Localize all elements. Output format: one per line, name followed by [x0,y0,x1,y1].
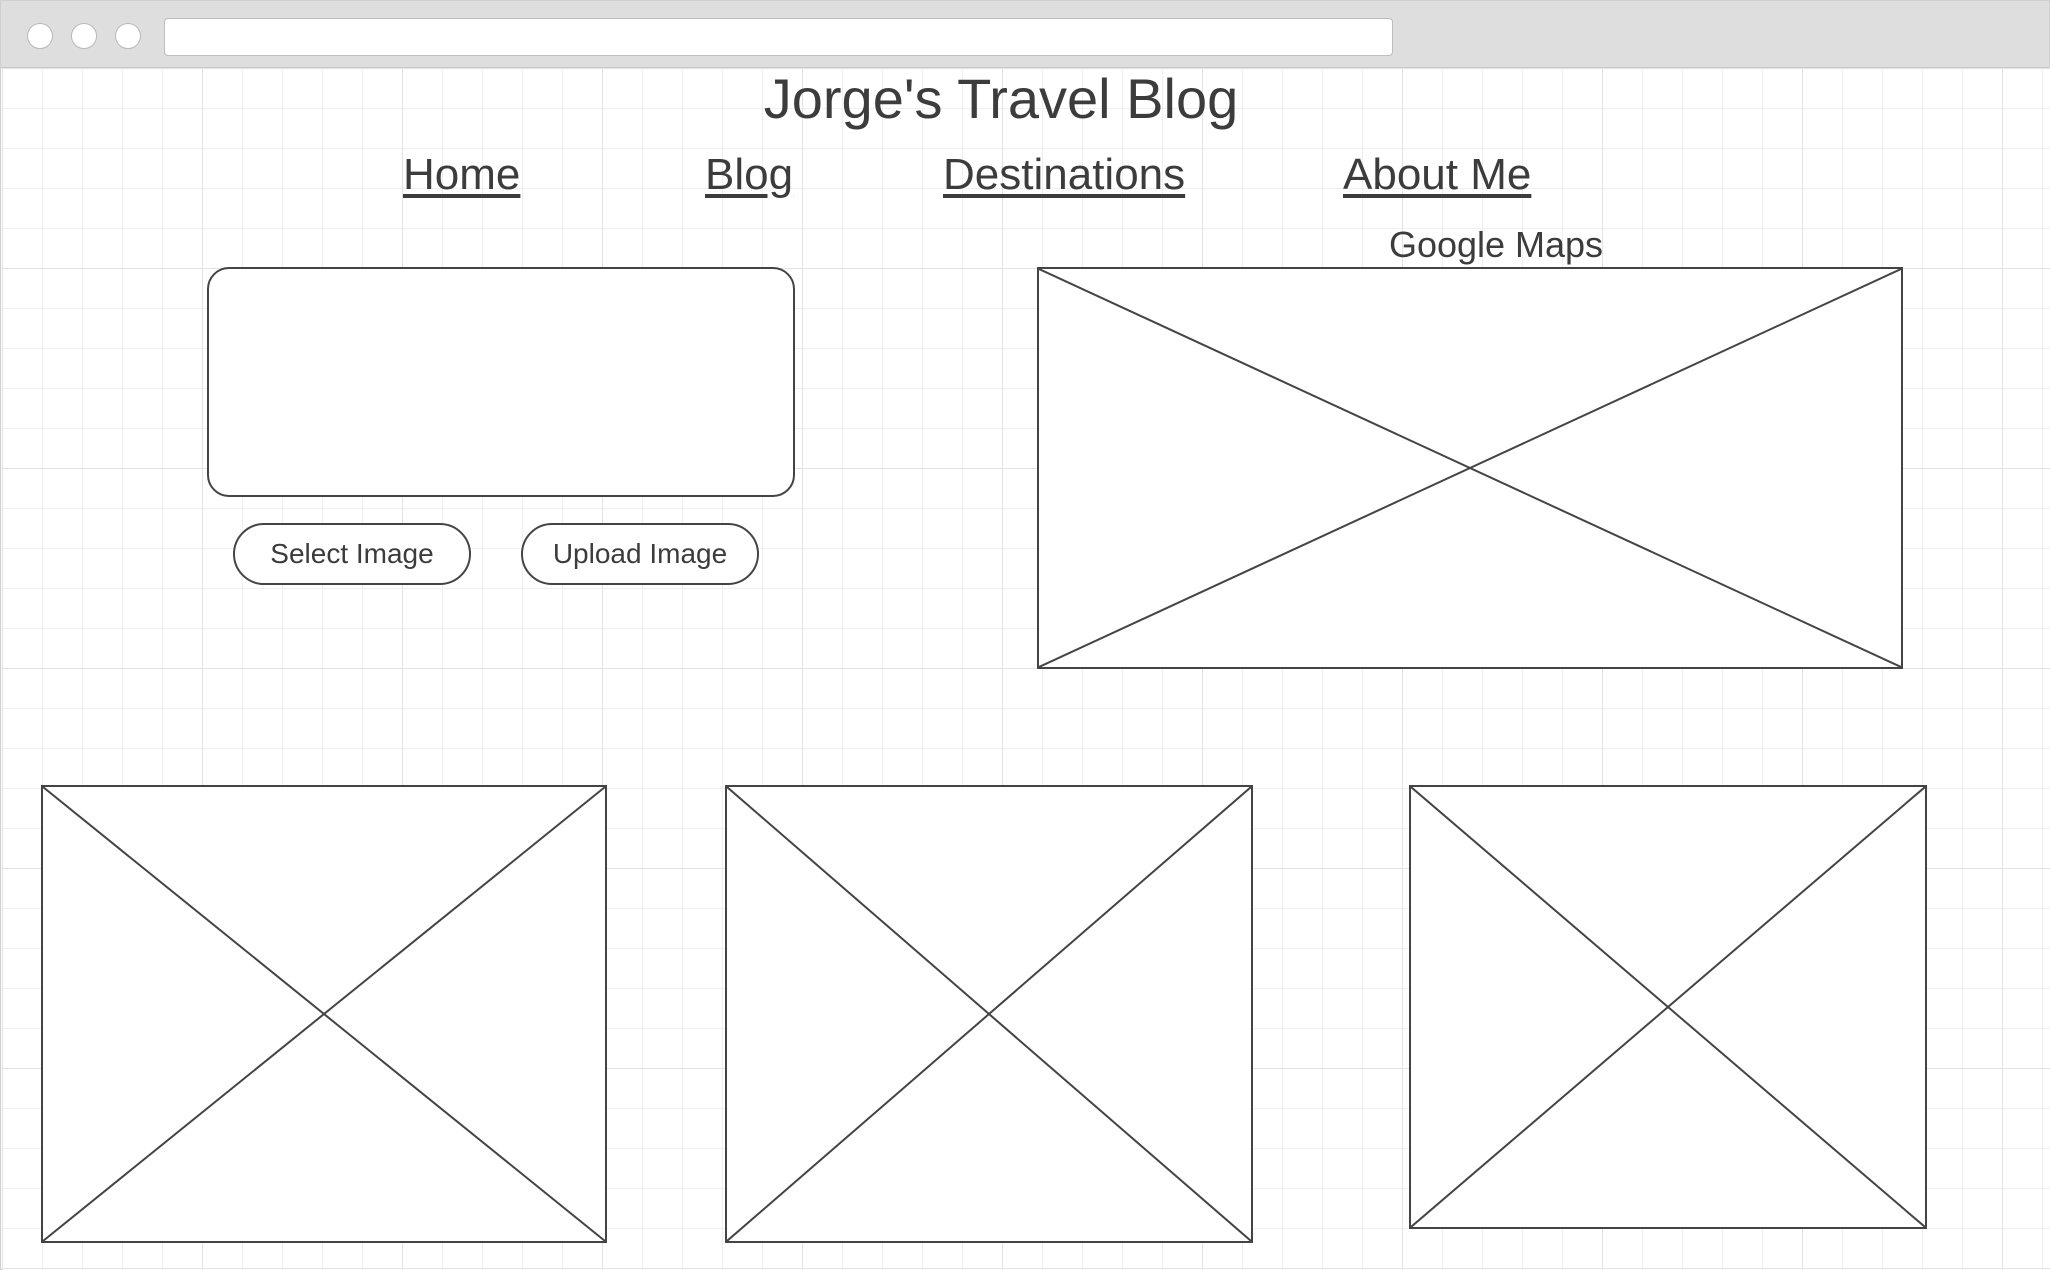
google-maps-label: Google Maps [1388,224,1604,265]
browser-toolbar [1,1,2049,68]
select-image-button[interactable]: Select Image [233,523,471,585]
nav-link-about-me[interactable]: About Me [1343,149,1531,201]
gallery-image-3[interactable] [1409,785,1927,1229]
image-upload-area[interactable] [207,267,795,497]
browser-window: Jorge's Travel Blog Home Blog Destinatio… [0,0,2050,1270]
image-placeholder-icon [43,787,605,1241]
image-placeholder-icon [727,787,1251,1241]
window-minimize-control[interactable] [71,23,97,49]
window-maximize-control[interactable] [115,23,141,49]
nav-link-blog[interactable]: Blog [705,149,793,201]
nav-link-home[interactable]: Home [403,149,520,201]
gallery-image-1[interactable] [41,785,607,1243]
image-placeholder-icon [1411,787,1925,1227]
google-maps-placeholder[interactable] [1037,267,1903,669]
upload-image-button[interactable]: Upload Image [521,523,759,585]
window-close-control[interactable] [27,23,53,49]
page-title: Jorge's Travel Blog [763,67,1239,130]
image-placeholder-icon [1039,269,1901,667]
gallery-image-2[interactable] [725,785,1253,1243]
nav-link-destinations[interactable]: Destinations [943,149,1185,201]
address-bar[interactable] [164,18,1393,56]
